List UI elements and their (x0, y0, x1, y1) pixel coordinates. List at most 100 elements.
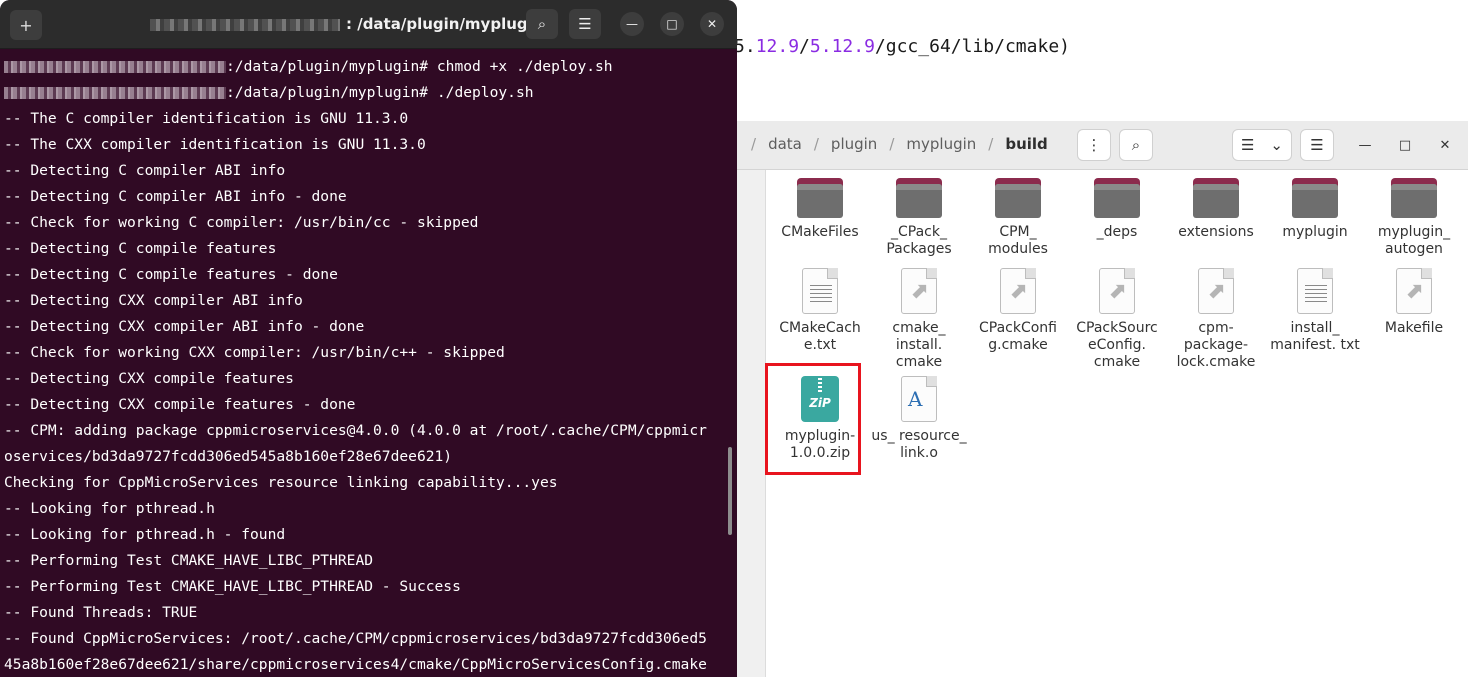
terminal-line: -- Detecting CXX compile features (4, 370, 294, 387)
file-name: cpm- package- lock.cmake (1176, 320, 1256, 370)
file-item[interactable]: ⬈ cpm- package- lock.cmake (1168, 268, 1264, 371)
list-view-icon: ☰ (1240, 136, 1255, 154)
file-name: CMakeFiles (781, 224, 859, 240)
main-menu-button[interactable]: ☰ (1300, 129, 1334, 161)
terminal-line: -- Detecting CXX compile features - done (4, 396, 356, 413)
file-name: _CPack_ Packages (886, 224, 952, 257)
file-name: myplugin (1282, 224, 1348, 240)
breadcrumb-item-data[interactable]: data (768, 135, 802, 153)
search-button[interactable]: ⌕ (1119, 129, 1153, 161)
terminal-line: Checking for CppMicroServices resource l… (4, 474, 558, 491)
terminal-line: :/data/plugin/myplugin# ./deploy.sh (4, 80, 728, 106)
file-item[interactable]: myplugin (1267, 178, 1363, 241)
terminal-line-text: :/data/plugin/myplugin# chmod +x ./deplo… (226, 58, 613, 75)
script-file-icon: ⬈ (1396, 268, 1432, 314)
terminal-minimize-button[interactable]: — (620, 12, 644, 36)
file-item[interactable]: CMakeFiles (772, 178, 868, 241)
terminal-line: -- Performing Test CMAKE_HAVE_LIBC_PTHRE… (4, 578, 461, 595)
file-item[interactable]: CPM_ modules (970, 178, 1066, 258)
window-title: : /data/plugin/myplugin (150, 15, 543, 33)
terminal-line: -- Detecting CXX compiler ABI info (4, 292, 303, 309)
folder-icon (896, 178, 942, 218)
terminal-window: + : /data/plugin/myplugin ⌕ ☰ — □ ✕ :/da… (0, 0, 737, 677)
folder-icon (1094, 178, 1140, 218)
view-toggle-button[interactable]: ☰ ⌄ (1232, 129, 1292, 161)
path-part: 5.12.9 (809, 36, 875, 57)
folder-icon (995, 178, 1041, 218)
file-item[interactable]: extensions (1168, 178, 1264, 241)
hamburger-icon: ☰ (1310, 136, 1324, 154)
breadcrumb-item-myplugin[interactable]: myplugin (906, 135, 976, 153)
file-name: CPackConfi g.cmake (978, 320, 1057, 353)
script-file-icon: ⬈ (901, 268, 937, 314)
terminal-header: + : /data/plugin/myplugin ⌕ ☰ — □ ✕ (0, 0, 737, 49)
file-item[interactable]: install_ manifest. txt (1267, 268, 1363, 354)
file-item[interactable]: CMakeCach e.txt (772, 268, 868, 354)
minimize-icon: — (626, 17, 638, 31)
minimize-button[interactable]: — (1353, 133, 1377, 157)
path-part: /gcc_64/lib/cmake) (874, 36, 1070, 57)
chevron-down-icon: ⌄ (1270, 136, 1283, 154)
file-name: CPM_ modules (988, 224, 1048, 257)
terminal-line: oservices/bd3da9727fcdd306ed545a8b160ef2… (4, 448, 453, 465)
terminal-line: :/data/plugin/myplugin# chmod +x ./deplo… (4, 54, 728, 80)
new-tab-button[interactable]: + (10, 10, 42, 40)
terminal-output[interactable]: :/data/plugin/myplugin# chmod +x ./deplo… (4, 54, 728, 677)
folder-icon (797, 178, 843, 218)
file-item[interactable]: myplugin_ autogen (1366, 178, 1462, 258)
terminal-maximize-button[interactable]: □ (660, 12, 684, 36)
breadcrumb: / data / plugin / myplugin / build (739, 135, 1048, 153)
file-name: install_ manifest. txt (1270, 320, 1360, 353)
file-item[interactable]: ⬈ CPackConfi g.cmake (970, 268, 1066, 354)
terminal-line: 45a8b160ef28e67dee621/share/cppmicroserv… (4, 656, 707, 673)
background-editor-text: 5.12.9/5.12.9/gcc_64/lib/cmake) (734, 36, 1070, 57)
maximize-icon: □ (666, 17, 678, 31)
file-manager-header: / data / plugin / myplugin / build ⋮ ⌕ ☰… (729, 121, 1468, 170)
text-file-icon (1297, 268, 1333, 314)
close-icon: ✕ (706, 17, 718, 31)
path-part: 5. (734, 36, 756, 57)
file-item[interactable]: ⬈ Makefile (1366, 268, 1462, 337)
script-file-icon: ⬈ (1198, 268, 1234, 314)
breadcrumb-separator: / (751, 135, 757, 153)
script-file-icon: ⬈ (1000, 268, 1036, 314)
path-part: / (799, 36, 810, 57)
terminal-close-button[interactable]: ✕ (700, 12, 724, 36)
search-icon: ⌕ (537, 15, 547, 33)
breadcrumb-separator: / (813, 135, 819, 153)
terminal-line: -- Performing Test CMAKE_HAVE_LIBC_PTHRE… (4, 552, 374, 569)
terminal-line: -- Found CppMicroServices: /root/.cache/… (4, 630, 707, 647)
file-item[interactable]: ⬈ CPackSourc eConfig. cmake (1069, 268, 1165, 371)
terminal-menu-button[interactable]: ☰ (569, 9, 601, 39)
terminal-line: -- Detecting C compile features (4, 240, 277, 257)
redacted-user-host (150, 18, 340, 31)
text-file-icon (802, 268, 838, 314)
terminal-search-button[interactable]: ⌕ (526, 9, 558, 39)
file-item[interactable]: _deps (1069, 178, 1165, 241)
file-item[interactable]: _CPack_ Packages (871, 178, 967, 258)
close-button[interactable]: ✕ (1433, 133, 1457, 157)
breadcrumb-separator: / (988, 135, 994, 153)
path-more-button[interactable]: ⋮ (1077, 129, 1111, 161)
terminal-line: -- Detecting C compiler ABI info (4, 162, 286, 179)
redacted-prompt (4, 61, 226, 73)
terminal-line: -- The CXX compiler identification is GN… (4, 136, 426, 153)
breadcrumb-item-build[interactable]: build (1005, 135, 1047, 153)
file-name: extensions (1178, 224, 1254, 240)
terminal-line: -- Looking for pthread.h - found (4, 526, 286, 543)
redacted-prompt (4, 87, 226, 99)
file-item[interactable]: A us_ resource_ link.o (871, 376, 967, 462)
close-icon: ✕ (1439, 137, 1451, 153)
file-item[interactable]: ⬈ cmake_ install. cmake (871, 268, 967, 371)
file-name: CMakeCach e.txt (779, 320, 861, 353)
file-name: myplugin_ autogen (1377, 224, 1451, 257)
window-title-path: : /data/plugin/myplugin (346, 15, 544, 33)
maximize-button[interactable]: □ (1393, 133, 1417, 157)
terminal-scrollbar[interactable] (728, 447, 732, 535)
terminal-line: -- Check for working CXX compiler: /usr/… (4, 344, 505, 361)
hamburger-icon: ☰ (578, 15, 592, 33)
terminal-line: -- Looking for pthread.h (4, 500, 215, 517)
file-name: us_ resource_ link.o (871, 428, 967, 461)
file-name: _deps (1096, 224, 1138, 240)
breadcrumb-item-plugin[interactable]: plugin (831, 135, 877, 153)
